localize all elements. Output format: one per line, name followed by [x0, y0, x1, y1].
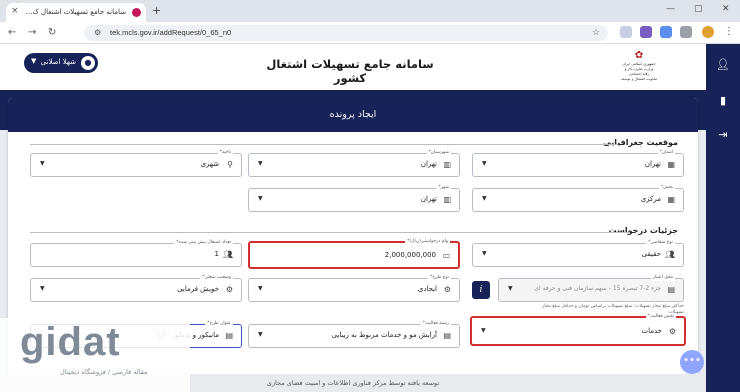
extension-blue-icon[interactable]	[660, 26, 672, 38]
watermark-overlay: gidat مقاله فارسی / فروشگاه دیجیتال	[0, 318, 190, 392]
county-select[interactable]: شهرستان* ▥ تهران ▼	[248, 149, 460, 177]
browser-menu-icon[interactable]: ⋮	[724, 26, 734, 37]
loan-help-text: حداکثر مبلغ مجاز تسهیلات: مبلغ تسهیلات ب…	[542, 304, 684, 309]
maximize-icon[interactable]: ▢	[694, 4, 703, 14]
back-icon[interactable]: ←	[8, 27, 16, 38]
section-divider	[30, 144, 618, 145]
dropdown-arrow-icon: ▼	[258, 160, 263, 167]
pin-icon: ⚲	[227, 160, 233, 169]
watermark-tagline: مقاله فارسی / فروشگاه دیجیتال	[60, 368, 148, 376]
dropdown-arrow-icon: ▼	[508, 285, 513, 292]
location-type-select[interactable]: ناحیه* ⚲ شهری ▼	[30, 149, 242, 177]
user-menu-button[interactable]: ● شهلا اصلانی ▼	[24, 53, 98, 73]
browser-tab[interactable]: سامانه جامع تسهیلات اشتغال ک... ×	[6, 3, 146, 22]
logout-icon[interactable]: ⇥	[716, 128, 730, 142]
city-icon: ▥	[443, 160, 451, 169]
document-icon: ▤	[443, 331, 451, 340]
chevron-down-icon: ▼	[31, 57, 37, 65]
screen: سامانه جامع تسهیلات اشتغال ک... × + — ▢ …	[0, 0, 740, 392]
dropdown-arrow-icon: ▼	[481, 327, 486, 334]
gear-icon: ⚙	[443, 285, 451, 294]
dropdown-arrow-icon: ▼	[258, 195, 263, 202]
city-icon: ▥	[443, 195, 451, 204]
site-info-icon[interactable]: ⚙	[94, 28, 101, 37]
profile-icon[interactable]: 👤︎	[716, 58, 730, 72]
profile-avatar[interactable]	[702, 26, 714, 38]
minimize-icon[interactable]: —	[666, 4, 675, 14]
extension-shield-icon[interactable]	[620, 26, 632, 38]
clipboard-icon[interactable]: ▮	[716, 94, 730, 108]
activity-field-select[interactable]: رسته فعالیت* ▤ آرایش مو و خدمات مربوط به…	[248, 320, 460, 348]
site-header: ● شهلا اصلانی ▼ سامانه جامع تسهیلات اشتغ…	[0, 44, 706, 90]
map-icon: ▦	[667, 160, 675, 169]
province-select[interactable]: استان* ▦ تهران ▼	[472, 149, 684, 177]
new-tab-icon[interactable]: +	[152, 4, 161, 17]
users-icon: 👥︎	[222, 250, 233, 259]
more-options-button[interactable]: •••	[680, 350, 704, 374]
ministry-logo: ✿ جمهوری اسلامی ایران وزارت تعاون، کار و…	[620, 50, 658, 81]
activity-sector-select[interactable]: بخش فعالیت* ⚙ خدمات ▼	[470, 313, 686, 346]
applicant-type-select[interactable]: نوع متقاضی* 👥︎ حقیقی ▼	[472, 239, 684, 267]
gear-icon: ⚙	[225, 285, 233, 294]
dropdown-arrow-icon: ▼	[482, 195, 487, 202]
money-icon: ▭	[442, 251, 450, 260]
district-select[interactable]: بخش* ▦ مرکزی ▼	[472, 184, 684, 212]
extensions-puzzle-icon[interactable]	[680, 26, 692, 38]
url-text: tek.mcls.gov.ir/addRequest/0_65_n0	[110, 28, 232, 37]
right-sidebar: 👤︎ ▮ ⇥	[706, 44, 740, 392]
browser-toolbar: ← → ↻ ⚙ tek.mcls.gov.ir/addRequest/0_65_…	[0, 22, 740, 44]
users-icon: 👥︎	[664, 250, 675, 259]
credit-source-select[interactable]: محل اعتبار ▤ جزء 2-7 تبصره 15 - سهم سازم…	[498, 274, 684, 302]
gear-icon: ⚙	[668, 327, 676, 336]
dropdown-arrow-icon: ▼	[482, 160, 487, 167]
user-name: شهلا اصلانی	[40, 58, 76, 66]
reload-icon[interactable]: ↻	[48, 27, 56, 38]
user-avatar-icon: ●	[81, 56, 95, 70]
bookmark-star-icon[interactable]: ☆	[592, 27, 600, 38]
section-divider	[30, 232, 630, 233]
site-title: سامانه جامع تسهیلات اشتغال کشور	[266, 57, 434, 85]
emblem-icon: ✿	[634, 50, 644, 61]
dropdown-arrow-icon: ▼	[40, 285, 45, 292]
address-bar[interactable]: ⚙ tek.mcls.gov.ir/addRequest/0_65_n0 ☆	[84, 25, 608, 41]
watermark-logo: gidat	[20, 320, 121, 364]
browser-tabstrip: سامانه جامع تسهیلات اشتغال ک... × + — ▢ …	[0, 0, 740, 22]
extension-purple-icon[interactable]	[640, 26, 652, 38]
close-window-icon[interactable]: ✕	[722, 4, 730, 14]
document-icon: ▤	[225, 331, 233, 340]
dropdown-arrow-icon: ▼	[40, 160, 45, 167]
tab-title: سامانه جامع تسهیلات اشتغال ک...	[25, 8, 126, 16]
section-geo-title: موقعیت جغرافیایی	[603, 138, 678, 147]
loan-amount-input[interactable]: وام درخواستی(ریال)* ▭ 2,000,000,000	[248, 238, 460, 269]
city-select[interactable]: شهر* ▥ تهران ▼	[248, 184, 460, 212]
dropdown-arrow-icon: ▼	[258, 285, 263, 292]
panel-title: ایجاد پرونده	[8, 98, 698, 132]
site-favicon-icon	[132, 8, 141, 17]
forward-icon[interactable]: →	[28, 27, 36, 38]
jobs-count-input[interactable]: تعداد اشتغال پیش بینی شده* 👥︎ 1	[30, 239, 242, 267]
document-icon: ▤	[667, 285, 675, 294]
info-button[interactable]: i	[472, 281, 490, 299]
dropdown-arrow-icon: ▼	[258, 331, 263, 338]
plan-type-select[interactable]: نوع طرح* ⚙ ایجادی ▼	[248, 274, 460, 302]
section-request-title: جزئیات درخواست	[608, 226, 678, 235]
dropdown-arrow-icon: ▼	[482, 250, 487, 257]
employment-status-select[interactable]: وضعیت شغلی* ⚙ خویش فرمایی ▼	[30, 274, 242, 302]
close-tab-icon[interactable]: ×	[11, 6, 19, 16]
map-icon: ▦	[667, 195, 675, 204]
